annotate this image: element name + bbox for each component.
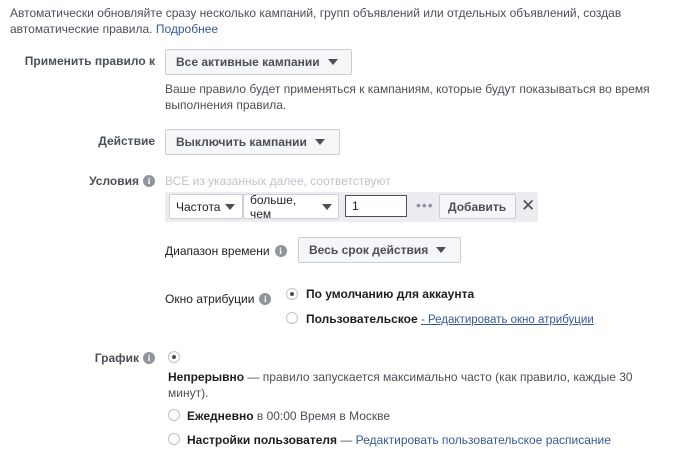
intro-description: Автоматически обновляйте сразу несколько… — [10, 5, 660, 37]
attribution-default-radio[interactable] — [286, 288, 298, 300]
condition-metric-value: Частота — [176, 199, 221, 214]
conditions-label: Условия — [89, 174, 139, 188]
apply-rule-value: Все активные кампании — [176, 55, 320, 69]
chevron-down-icon — [225, 203, 236, 210]
schedule-label-group: График i — [10, 351, 155, 365]
apply-rule-help: Ваше правило будет применяться к кампани… — [165, 82, 650, 112]
info-icon[interactable]: i — [143, 352, 155, 364]
conditions-label-group: Условия i — [10, 174, 155, 188]
action-dropdown[interactable]: Выключить кампании — [165, 129, 340, 155]
condition-operator-dropdown[interactable]: больше, чем — [243, 192, 339, 221]
time-range-dropdown[interactable]: Весь срок действия — [298, 237, 461, 263]
time-range-value: Весь срок действия — [309, 243, 429, 257]
time-range-label: Диапазон времени — [165, 244, 270, 258]
schedule-continuous-title: Непрерывно — [168, 370, 245, 384]
conditions-match-text: ВСЕ из указанных далее, соответствуют — [165, 174, 391, 188]
time-range-label-group: Диапазон времени i — [165, 244, 287, 258]
schedule-custom-dash: — — [337, 433, 356, 447]
edit-attribution-link[interactable]: - Редактировать окно атрибуции — [421, 314, 594, 326]
attribution-custom-label: Пользовательское — [306, 312, 418, 326]
schedule-daily-title: Ежедневно — [187, 409, 254, 423]
schedule-label: График — [94, 351, 139, 365]
chevron-down-icon — [314, 139, 325, 145]
condition-value: 1 — [352, 199, 359, 213]
attribution-label: Окно атрибуции — [165, 292, 255, 306]
action-value: Выключить кампании — [176, 135, 307, 149]
attribution-label-group: Окно атрибуции i — [165, 292, 272, 306]
chevron-down-icon — [327, 59, 338, 65]
attribution-default-label: По умолчанию для аккаунта — [306, 287, 475, 301]
more-options-icon[interactable]: ••• — [416, 198, 434, 212]
add-condition-label: Добавить — [448, 199, 507, 214]
close-icon[interactable]: ✕ — [521, 197, 535, 214]
attribution-custom-option: Пользовательское - Редактировать окно ат… — [306, 312, 594, 326]
schedule-custom-radio[interactable] — [168, 433, 180, 445]
schedule-continuous-option: Непрерывно — правило запускается максима… — [168, 369, 648, 401]
learn-more-link[interactable]: Подробнее — [156, 22, 218, 36]
info-icon[interactable]: i — [259, 293, 272, 305]
condition-value-input[interactable]: 1 — [345, 195, 407, 217]
edit-custom-schedule-link[interactable]: Редактировать пользовательское расписани… — [356, 433, 611, 447]
condition-metric-dropdown[interactable]: Частота — [169, 194, 243, 219]
chevron-down-icon — [322, 203, 332, 210]
schedule-custom-title: Настройки пользователя — [187, 433, 337, 447]
schedule-daily-desc: в 00:00 Время в Москве — [253, 409, 391, 423]
attribution-custom-radio[interactable] — [286, 312, 298, 324]
apply-rule-dropdown[interactable]: Все активные кампании — [165, 49, 352, 75]
schedule-daily-radio[interactable] — [168, 409, 180, 421]
schedule-continuous-radio[interactable] — [168, 351, 180, 363]
condition-operator-value: больше, чем — [250, 192, 297, 221]
schedule-custom-option: Настройки пользователя — Редактировать п… — [187, 433, 611, 447]
intro-text: Автоматически обновляйте сразу несколько… — [10, 6, 622, 36]
schedule-daily-option: Ежедневно в 00:00 Время в Москве — [187, 409, 390, 423]
add-condition-button[interactable]: Добавить — [439, 194, 516, 219]
action-label: Действие — [98, 134, 155, 148]
info-icon[interactable]: i — [274, 245, 287, 257]
chevron-down-icon — [436, 247, 447, 253]
info-icon[interactable]: i — [143, 175, 155, 187]
apply-rule-label: Применить правило к — [24, 54, 155, 68]
condition-row: Частота больше, чем 1 ••• Добавить ✕ — [165, 192, 538, 222]
